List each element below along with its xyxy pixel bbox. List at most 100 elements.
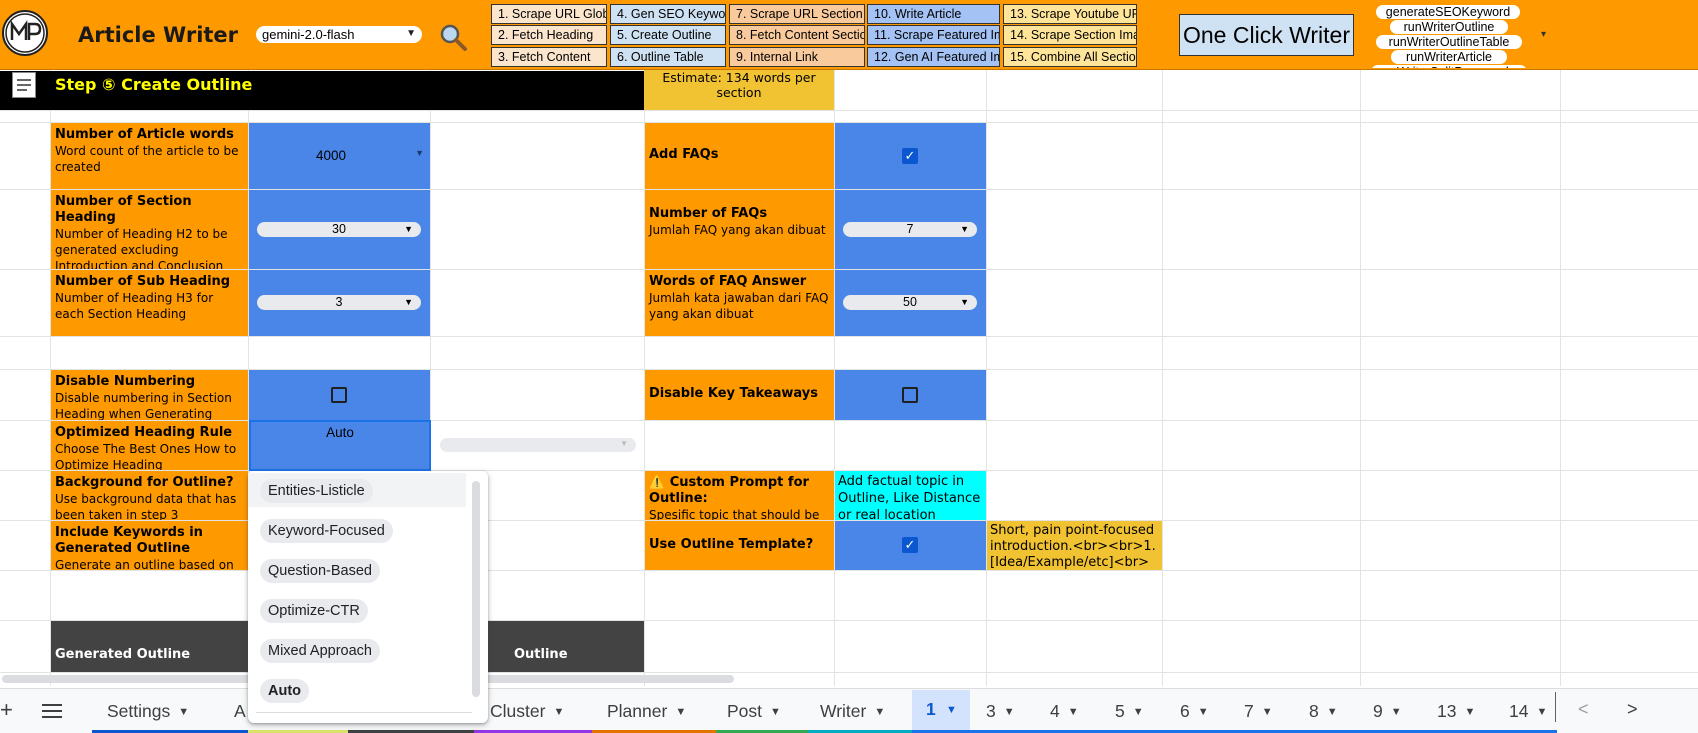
num-faqs-select[interactable]: 7 ▼ [843, 222, 977, 237]
tab-9[interactable]: 9 ▼ [1373, 699, 1402, 723]
label-disable-numbering: Disable Numbering Disable numbering in S… [51, 370, 248, 420]
label-desc: Number of Heading H2 to be generated exc… [55, 227, 228, 269]
label-title: Disable Key Takeaways [649, 386, 818, 401]
section-heading-value: 30 [332, 222, 346, 236]
search-icon[interactable] [438, 22, 468, 52]
tab-settings[interactable]: Settings ▼ [107, 699, 189, 723]
step-button-3[interactable]: 3. Fetch Content [491, 47, 607, 67]
tab-post[interactable]: Post ▼ [727, 699, 781, 723]
tab-14[interactable]: 14 ▼ [1509, 699, 1547, 723]
outline-template-value-cell[interactable]: Short, pain point-focused introduction.<… [987, 521, 1162, 570]
dropdown-option-optimize-ctr[interactable]: Optimize-CTR [260, 599, 368, 623]
label-num-faqs: Number of FAQs Jumlah FAQ yang akan dibu… [645, 190, 834, 269]
key-takeaways-checkbox[interactable] [902, 387, 918, 403]
chevron-down-icon[interactable]: ▾ [1541, 29, 1546, 40]
label-desc: Word count of the article to be created [55, 144, 239, 174]
tab-7[interactable]: 7 ▼ [1244, 699, 1273, 723]
grid-line [0, 336, 1698, 337]
step-button-12[interactable]: 12. Gen AI Featured Img [867, 47, 1000, 67]
sub-heading-field[interactable]: 3 ▼ [249, 270, 430, 336]
chevron-down-icon: ▼ [404, 297, 413, 307]
model-select[interactable]: gemini-2.0-flash ▼ [256, 26, 422, 43]
label-desc: Spesific topic that should be [649, 508, 820, 520]
step-button-2[interactable]: 2. Fetch Heading [491, 25, 607, 45]
step-button-14[interactable]: 14. Scrape Section Image [1003, 25, 1137, 45]
dropdown-scrollbar[interactable] [472, 481, 480, 697]
one-click-writer-button[interactable]: One Click Writer [1179, 14, 1354, 56]
label-title: Number of FAQs [649, 206, 768, 221]
tab-4[interactable]: 4 ▼ [1050, 699, 1079, 723]
function-item[interactable]: generateSEOKeyword [1376, 5, 1520, 19]
dropdown-option-entities-listicle[interactable]: Entities-Listicle [260, 479, 373, 503]
dropdown-option-question-based[interactable]: Question-Based [260, 559, 380, 583]
step-button-8[interactable]: 8. Fetch Content Section [729, 25, 865, 45]
label-title: Use Outline Template? [649, 537, 814, 552]
function-item[interactable]: runWriterSplitParagraphs [1371, 65, 1527, 68]
tab-13[interactable]: 13 ▼ [1437, 699, 1475, 723]
sub-heading-select[interactable]: 3 ▼ [257, 295, 421, 310]
label-heading-rule: Optimized Heading Rule Choose The Best O… [51, 421, 248, 470]
heading-rule-field[interactable]: Auto [249, 420, 431, 471]
step-button-4[interactable]: 4. Gen SEO Keywords [610, 4, 726, 24]
tab-6[interactable]: 6 ▼ [1180, 699, 1209, 723]
article-words-field[interactable]: 4000 ▼ [249, 123, 430, 189]
app-title: Article Writer [78, 23, 239, 47]
chevron-down-icon: ▼ [1390, 706, 1402, 718]
chevron-down-icon: ▼ [960, 297, 969, 307]
num-faqs-field[interactable]: 7 ▼ [835, 190, 986, 269]
step-button-15[interactable]: 15. Combine All Sections [1003, 47, 1137, 67]
custom-prompt-field[interactable]: Add factual topic in Outline, Like Dista… [835, 471, 986, 520]
tab-writer[interactable]: Writer ▼ [820, 699, 885, 723]
tab-planner[interactable]: Planner ▼ [607, 699, 686, 723]
tab-a[interactable]: A [234, 699, 246, 723]
outline-label: Outline [514, 647, 568, 662]
tab-3[interactable]: 3 ▼ [986, 699, 1015, 723]
tab-label: Cluster [490, 701, 546, 721]
faq-words-value: 50 [903, 295, 917, 309]
section-heading-select[interactable]: 30 ▼ [257, 222, 421, 237]
tab-cluster[interactable]: Cluster ▼ [490, 699, 564, 723]
add-sheet-button[interactable]: + [0, 697, 13, 723]
add-faqs-checkbox[interactable]: ✓ [902, 148, 918, 164]
scroll-tabs-right-button[interactable]: > [1627, 699, 1638, 720]
faq-words-select[interactable]: 50 ▼ [843, 295, 977, 310]
tab-label: Writer [820, 701, 867, 721]
dropdown-option-mixed-approach[interactable]: Mixed Approach [260, 639, 380, 663]
label-desc: Choose The Best Ones How to Optimize Hea… [55, 442, 237, 470]
step-button-5[interactable]: 5. Create Outline [610, 25, 726, 45]
function-item[interactable]: runWriterOutline [1390, 20, 1508, 34]
step-button-9[interactable]: 9. Internal Link [729, 47, 865, 67]
section-heading-field[interactable]: 30 ▼ [249, 190, 430, 269]
step-button-6[interactable]: 6. Outline Table [610, 47, 726, 67]
dropdown-option-auto[interactable]: Auto [260, 679, 310, 703]
key-takeaways-cell [835, 370, 986, 420]
step-button-11[interactable]: 11. Scrape Featured Img [867, 25, 1000, 45]
label-key-takeaways: Disable Key Takeaways [645, 370, 834, 420]
chevron-down-icon: ▼ [960, 224, 969, 234]
label-sub-heading: Number of Sub Heading Number of Heading … [51, 270, 248, 336]
function-item[interactable]: runWriterArticle [1391, 50, 1507, 64]
disable-numbering-cell [249, 370, 430, 420]
disable-numbering-checkbox[interactable] [331, 387, 347, 403]
tab-8[interactable]: 8 ▼ [1309, 699, 1338, 723]
step-button-10[interactable]: 10. Write Article [867, 4, 1000, 24]
outline-template-checkbox[interactable]: ✓ [902, 537, 918, 553]
faq-words-field[interactable]: 50 ▼ [835, 270, 986, 336]
function-item[interactable]: runWriterOutlineTable [1376, 35, 1522, 49]
label-desc: Disable numbering in Section Heading whe… [55, 391, 232, 420]
label-background: Background for Outline? Use background d… [51, 471, 248, 520]
step-button-1[interactable]: 1. Scrape URL Global [491, 4, 607, 24]
scroll-tabs-left-button[interactable]: < [1578, 699, 1589, 720]
chevron-down-icon: ▼ [946, 704, 957, 716]
tab-5[interactable]: 5 ▼ [1115, 699, 1144, 723]
all-sheets-icon[interactable] [42, 704, 62, 718]
dropdown-divider [256, 712, 472, 713]
tab-1-active[interactable]: 1 ▼ [912, 690, 970, 733]
tab-label: 1 [926, 699, 936, 719]
chevron-down-icon: ▼ [1003, 706, 1015, 718]
label-title: Number of Sub Heading [55, 274, 231, 289]
dropdown-option-keyword-focused[interactable]: Keyword-Focused [260, 519, 393, 543]
step-button-7[interactable]: 7. Scrape URL Section [729, 4, 865, 24]
step-button-13[interactable]: 13. Scrape Youtube URL [1003, 4, 1137, 24]
outline-template-cell: ✓ [835, 521, 986, 570]
